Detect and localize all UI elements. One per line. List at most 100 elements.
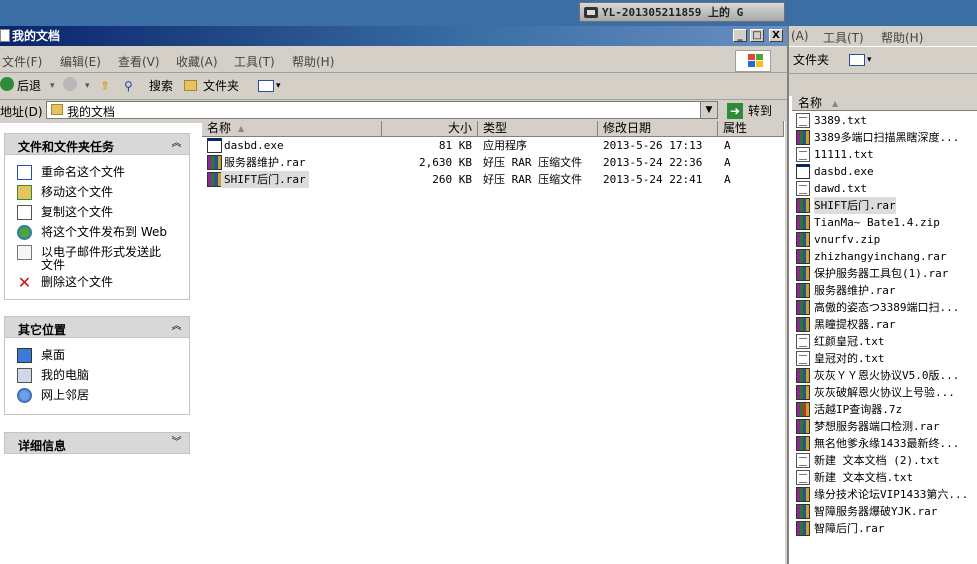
collapse-chevron-icon[interactable]: ︽ (170, 320, 183, 333)
file-name: dawd.txt (814, 182, 867, 195)
address-value: 我的文档 (67, 105, 116, 119)
file-name: 新建 文本文档 (2).txt (814, 454, 940, 467)
remote-desktop-titlebar[interactable]: YL-201305211859 上的 G (579, 2, 785, 22)
views-icon[interactable] (849, 54, 865, 66)
address-label: 地址(D) (0, 105, 43, 119)
tasks-title: 文件和文件夹任务 (18, 140, 115, 154)
file-name: vnurfv.zip (814, 233, 881, 246)
folders-button[interactable]: 文件夹 (203, 77, 239, 95)
secondary-explorer-window: (A) 工具(T) 帮助(H) 文件夹 ▾ 名称 ▲ 3389.txt 3389多… (787, 26, 977, 564)
address-input[interactable]: 我的文档 ▼ (46, 101, 718, 119)
email-file-link[interactable]: 以电子邮件形式发送此文件 (17, 245, 167, 275)
file-row[interactable]: dasbd.exe 81 KB 应用程序 2013-5-26 17:13 A (202, 137, 785, 154)
rename-icon (17, 165, 32, 180)
go-button[interactable]: ➜ 转到 (724, 101, 780, 121)
search-button[interactable]: 搜索 (149, 77, 173, 95)
column-name[interactable]: 名称 ▲ (202, 121, 382, 137)
back-dropdown-icon[interactable]: ▾ (50, 77, 55, 95)
secondary-file-list: 3389.txt 3389多端口扫描黑瞎深度... 11111.txt dasbd.e… (789, 112, 977, 564)
folders-button[interactable]: 文件夹 (793, 51, 829, 69)
file-name: 活越IP查询器.7z (814, 403, 903, 416)
address-dropdown-icon[interactable]: ▼ (700, 102, 717, 118)
column-modified[interactable]: 修改日期 (598, 121, 718, 137)
forward-arrow-icon[interactable] (63, 77, 77, 91)
search-icon[interactable]: ⚲ (124, 77, 133, 95)
email-icon (17, 245, 32, 260)
file-name: 高傲的姿态つ3389端口扫... (814, 301, 960, 314)
menu-favorites[interactable]: (A) (791, 29, 809, 43)
menu-help[interactable]: 帮助(H) (292, 53, 334, 70)
file-name: 智障服务器爆破YJK.rar (814, 505, 938, 518)
rar-icon (796, 368, 810, 383)
computer-icon (17, 368, 32, 383)
maximize-button[interactable]: □ (750, 29, 764, 42)
up-folder-icon[interactable]: ⇑ (100, 77, 110, 95)
tasks-header[interactable]: 文件和文件夹任务 ︽ (4, 133, 190, 155)
file-row[interactable]: 服务器维护.rar 2,630 KB 好压 RAR 压缩文件 2013-5-24… (202, 154, 785, 171)
delete-x-icon: ✕ (17, 273, 32, 292)
toolbar: 后退 ▾ ▾ ⇑ ⚲ 搜索 文件夹 ▾ (0, 73, 787, 100)
places-header[interactable]: 其它位置 ︽ (4, 316, 190, 338)
menu-view[interactable]: 查看(V) (118, 53, 160, 70)
file-row[interactable]: SHIFT后门.rar 260 KB 好压 RAR 压缩文件 2013-5-24… (202, 171, 785, 188)
file-name: 缘分技术论坛VIP1433第六... (814, 488, 969, 501)
go-arrow-icon: ➜ (727, 103, 743, 119)
menu-file[interactable]: 文件(F) (2, 53, 42, 70)
rar-icon (796, 266, 810, 281)
file-name: 3389.txt (814, 114, 867, 127)
views-dropdown-icon[interactable]: ▾ (867, 51, 872, 69)
views-dropdown-icon[interactable]: ▾ (276, 77, 281, 95)
menu-tools[interactable]: 工具(T) (823, 29, 864, 46)
go-label: 转到 (748, 104, 773, 118)
window-titlebar[interactable]: 我的文档 _ □ X (0, 26, 787, 46)
windows-logo-icon (735, 50, 771, 72)
exe-icon (796, 164, 810, 179)
forward-dropdown-icon[interactable]: ▾ (85, 77, 90, 95)
menu-help[interactable]: 帮助(H) (881, 29, 923, 46)
menu-tools[interactable]: 工具(T) (234, 53, 275, 70)
txt-icon (796, 470, 810, 485)
folders-icon[interactable] (184, 80, 197, 91)
zip-icon (796, 215, 810, 230)
folder-icon (0, 29, 10, 42)
rar-icon (796, 198, 810, 213)
file-name: 11111.txt (814, 148, 874, 161)
places-panel: 桌面 我的电脑 网上邻居 (4, 338, 190, 415)
txt-icon (796, 453, 810, 468)
column-name[interactable]: 名称 ▲ (792, 96, 977, 111)
pin-icon[interactable] (584, 7, 598, 18)
column-size[interactable]: 大小 (382, 121, 478, 137)
details-title: 详细信息 (18, 439, 67, 453)
back-button[interactable]: 后退 (17, 77, 41, 95)
close-button[interactable]: X (769, 29, 783, 42)
column-type[interactable]: 类型 (478, 121, 598, 137)
rar-icon (796, 249, 810, 264)
move-icon (17, 185, 32, 200)
details-header[interactable]: 详细信息 ︾ (4, 432, 190, 454)
menu-favorites[interactable]: 收藏(A) (176, 53, 218, 70)
back-arrow-icon[interactable] (0, 77, 14, 91)
column-attributes[interactable]: 属性 (718, 121, 784, 137)
exe-icon (207, 138, 222, 153)
rar-icon (796, 317, 810, 332)
txt-icon (796, 334, 810, 349)
txt-icon (796, 113, 810, 128)
views-icon[interactable] (258, 80, 274, 92)
menu-edit[interactable]: 编辑(E) (60, 53, 101, 70)
file-name: dasbd.exe (814, 165, 874, 178)
address-bar: 地址(D) 我的文档 ▼ ➜ 转到 (0, 100, 787, 122)
desktop-background (0, 0, 977, 26)
folder-icon (51, 104, 63, 115)
minimize-button[interactable]: _ (733, 29, 747, 42)
file-name: 保护服务器工具包(1).rar (814, 267, 949, 280)
rar-icon (207, 155, 222, 170)
secondary-address-area (789, 74, 977, 96)
collapse-chevron-icon[interactable]: ︽ (170, 137, 183, 150)
globe-icon (17, 225, 32, 240)
file-name: 黑瞳提权器.rar (814, 318, 896, 331)
sort-up-icon: ▲ (832, 99, 839, 108)
task-pane: 文件和文件夹任务 ︽ 重命名这个文件 移动这个文件 复制这个文件 将这个文件发布… (0, 123, 202, 564)
file-name: 無名他爹永缘1433最新终... (814, 437, 960, 450)
expand-chevron-icon[interactable]: ︾ (170, 436, 183, 449)
desktop-icon (17, 348, 32, 363)
